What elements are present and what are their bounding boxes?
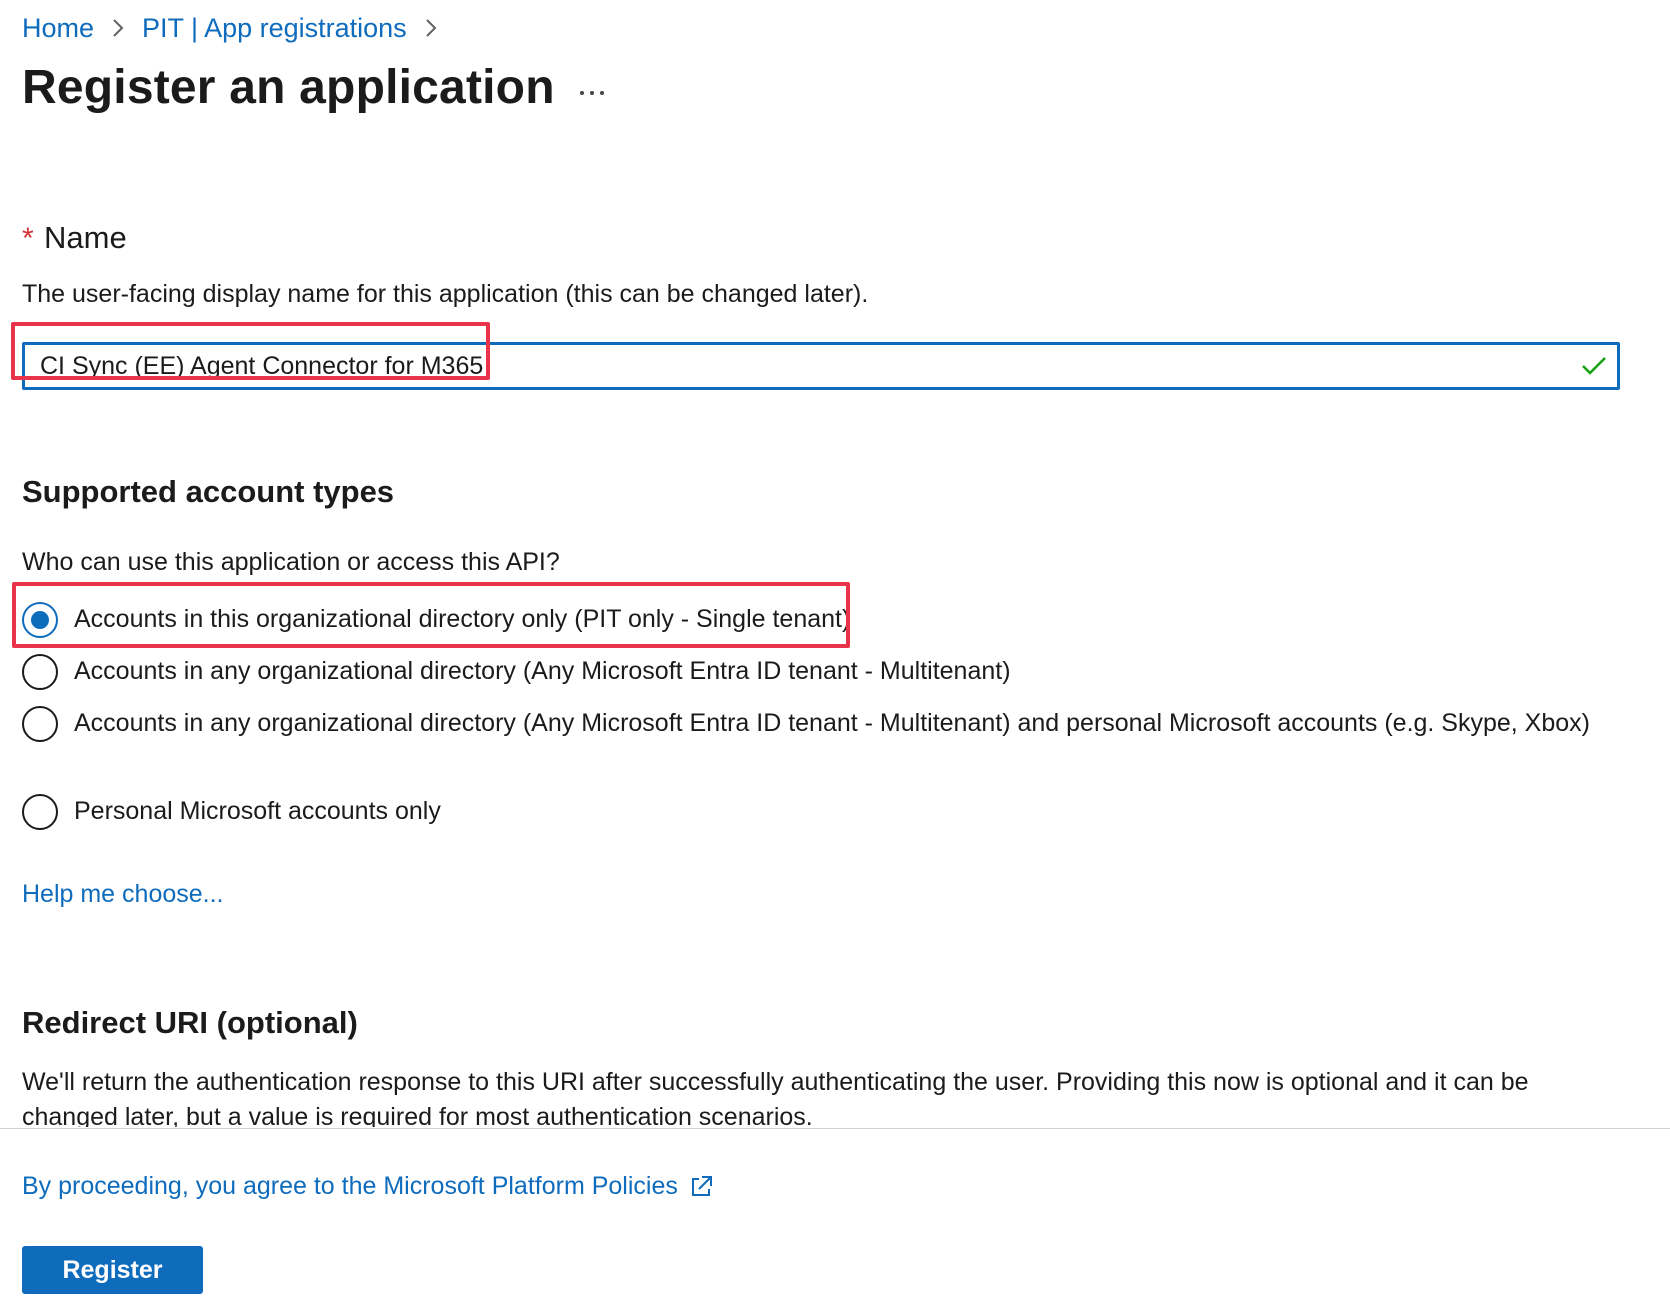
page-title: Register an application <box>22 61 555 114</box>
radio-option-label: Accounts in any organizational directory… <box>74 657 1011 685</box>
name-description: The user-facing display name for this ap… <box>22 280 869 308</box>
radio-button[interactable] <box>22 654 58 690</box>
platform-policies-link[interactable]: By proceeding, you agree to the Microsof… <box>22 1172 714 1201</box>
radio-button[interactable] <box>22 706 58 742</box>
name-field-container <box>22 342 1620 390</box>
help-me-choose-link[interactable]: Help me choose... <box>22 880 224 909</box>
radio-option-label: Accounts in any organizational directory… <box>74 709 1590 737</box>
footer-divider <box>0 1128 1670 1129</box>
account-types-title: Supported account types <box>22 474 395 509</box>
redirect-uri-description: We'll return the authentication response… <box>22 1068 1529 1127</box>
breadcrumb-home-link[interactable]: Home <box>22 13 94 44</box>
chevron-right-icon <box>407 17 455 39</box>
name-input[interactable] <box>25 345 1571 387</box>
required-marker: * <box>22 222 34 255</box>
checkmark-icon <box>1571 356 1617 376</box>
redirect-uri-title: Redirect URI (optional) <box>22 1005 358 1040</box>
account-types-question: Who can use this application or access t… <box>22 548 560 576</box>
name-label: Name <box>44 220 127 255</box>
external-link-icon <box>691 1175 712 1196</box>
ellipsis-icon[interactable] <box>572 78 612 108</box>
chevron-right-icon <box>94 17 142 39</box>
radio-option-label: Personal Microsoft accounts only <box>74 797 441 825</box>
radio-option-personal-only[interactable]: Personal Microsoft accounts only <box>22 794 441 830</box>
radio-button-selected[interactable] <box>22 602 58 638</box>
radio-option-label: Accounts in this organizational director… <box>74 605 851 633</box>
radio-button[interactable] <box>22 794 58 830</box>
register-button[interactable]: Register <box>22 1246 203 1294</box>
radio-option-multitenant[interactable]: Accounts in any organizational directory… <box>22 654 1011 690</box>
radio-option-single-tenant[interactable]: Accounts in this organizational director… <box>22 602 850 638</box>
breadcrumb-app-registrations-link[interactable]: PIT | App registrations <box>142 13 407 44</box>
platform-policies-label: By proceeding, you agree to the Microsof… <box>22 1172 678 1200</box>
breadcrumb: Home PIT | App registrations <box>22 8 455 48</box>
radio-option-multitenant-personal[interactable]: Accounts in any organizational directory… <box>22 706 1622 742</box>
